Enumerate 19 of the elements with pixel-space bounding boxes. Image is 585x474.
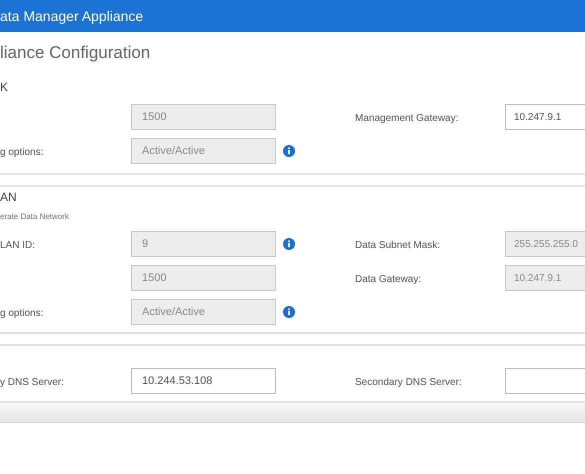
input-field[interactable]: 10.244.53.108 xyxy=(131,368,276,394)
field-label: Data Gateway: xyxy=(355,274,422,285)
section-title: K xyxy=(0,79,8,96)
field-label: g options: xyxy=(0,147,44,158)
section-title: AN xyxy=(0,189,17,206)
field-label: Data Subnet Mask: xyxy=(355,240,440,251)
info-icon[interactable] xyxy=(283,238,295,250)
field-label: g options: xyxy=(0,308,44,319)
field-label: y DNS Server: xyxy=(0,377,64,388)
field-label: LAN ID: xyxy=(0,240,36,251)
info-icon[interactable] xyxy=(283,145,295,157)
app-title: ata Manager Appliance xyxy=(0,6,144,26)
input-field[interactable] xyxy=(505,368,585,394)
section-subtitle: erate Data Network xyxy=(0,211,69,223)
field-label: Secondary DNS Server: xyxy=(355,377,462,388)
input-field[interactable]: 10.247.9.1 xyxy=(505,104,585,130)
info-icon[interactable] xyxy=(283,306,295,318)
page-title: liance Configuration xyxy=(0,42,150,64)
field-label: Management Gateway: xyxy=(355,113,458,124)
